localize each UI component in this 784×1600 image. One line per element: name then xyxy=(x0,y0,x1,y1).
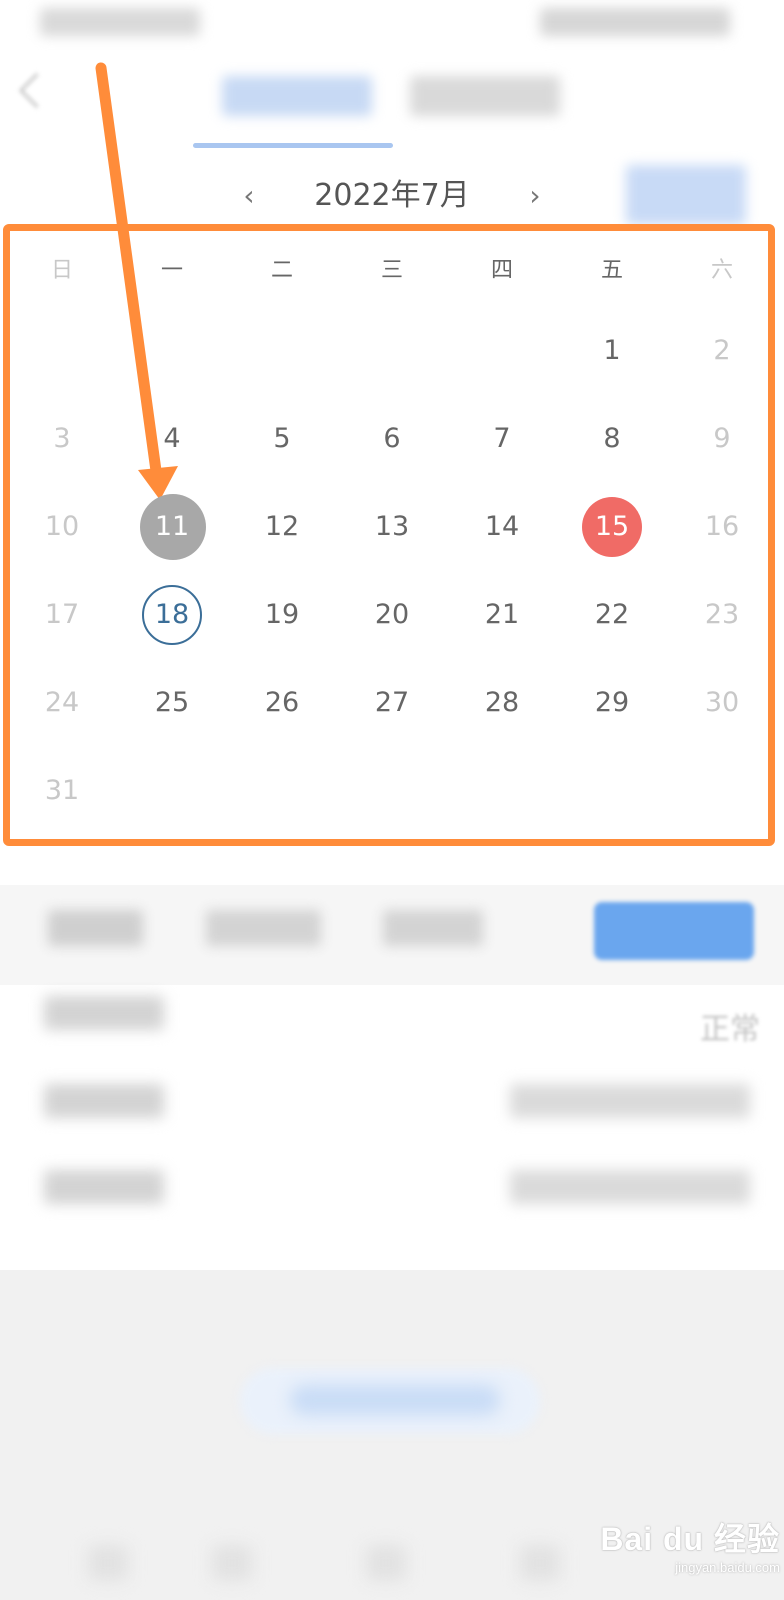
calendar-day-number: 29 xyxy=(594,687,630,718)
weekday-label: 六 xyxy=(710,258,733,283)
calendar-day[interactable]: 2 xyxy=(666,321,778,381)
tab-indicator xyxy=(193,143,393,148)
weekday-label: 日 xyxy=(50,258,73,283)
calendar-day[interactable]: 6 xyxy=(336,409,448,469)
calendar-day[interactable]: 5 xyxy=(226,409,338,469)
detail-label-status xyxy=(44,996,164,1030)
calendar-day-number: 16 xyxy=(704,511,740,542)
calendar-day-number: 4 xyxy=(163,423,181,454)
status-bar-left xyxy=(40,8,200,36)
calendar-day[interactable]: 16 xyxy=(666,497,778,557)
calendar-day-number: 31 xyxy=(44,775,80,806)
detail-label-2 xyxy=(44,1084,164,1118)
legend-item-1 xyxy=(48,910,143,946)
header-action-chip[interactable] xyxy=(626,165,746,225)
status-bar-right xyxy=(540,8,730,36)
calendar-day-number: 14 xyxy=(484,511,520,542)
calendar-day-number: 27 xyxy=(374,687,410,718)
legend-item-2 xyxy=(206,910,321,946)
calendar-day[interactable]: 17 xyxy=(6,585,118,645)
watermark: Bai du 经验 jingyan.baidu.com xyxy=(600,1514,780,1594)
calendar-day[interactable]: 21 xyxy=(446,585,558,645)
calendar-day-number: 17 xyxy=(44,599,80,630)
bottom-nav-item-3[interactable] xyxy=(366,1545,406,1581)
detail-value-3 xyxy=(510,1170,750,1204)
weekday-label: 五 xyxy=(600,258,623,283)
bottom-nav-item-4[interactable] xyxy=(520,1545,560,1581)
calendar-day[interactable]: 28 xyxy=(446,673,558,733)
weekday-label: 三 xyxy=(380,258,403,283)
calendar-day[interactable]: 9 xyxy=(666,409,778,469)
calendar-day[interactable]: 10 xyxy=(6,497,118,557)
calendar-day[interactable]: 12 xyxy=(226,497,338,557)
calendar-day[interactable]: 14 xyxy=(446,497,558,557)
calendar-day[interactable]: 26 xyxy=(226,673,338,733)
weekday-label: 二 xyxy=(270,258,293,283)
calendar-day-number: 2 xyxy=(713,335,731,366)
tab-active[interactable] xyxy=(222,76,372,116)
calendar-grid: 日一二三四五六 1 2 3 4 5 6 7 8 9 10 11 12 13 14 15 16 17 18 19 20 2… xyxy=(3,224,775,846)
back-icon[interactable] xyxy=(18,72,55,109)
calendar-day[interactable]: 13 xyxy=(336,497,448,557)
calendar-day[interactable]: 1 xyxy=(556,321,668,381)
calendar-day[interactable]: 20 xyxy=(336,585,448,645)
detail-label-3 xyxy=(44,1170,164,1204)
watermark-logo: Bai du 经验 xyxy=(600,1521,780,1557)
prev-month-chevron-icon[interactable]: ‹ xyxy=(236,178,262,214)
calendar-day-number: 30 xyxy=(704,687,740,718)
calendar-day[interactable]: 11 xyxy=(116,494,228,560)
calendar-day-number: 12 xyxy=(264,511,300,542)
calendar-day-number: 24 xyxy=(44,687,80,718)
calendar-day[interactable]: 23 xyxy=(666,585,778,645)
bottom-action-pill-label xyxy=(290,1385,500,1415)
calendar-day-number: 15 xyxy=(594,511,630,542)
next-month-chevron-icon[interactable]: › xyxy=(522,178,548,214)
detail-value-2 xyxy=(510,1084,750,1118)
calendar-day-number: 6 xyxy=(383,423,401,454)
calendar-day-number: 22 xyxy=(594,599,630,630)
calendar-day[interactable]: 7 xyxy=(446,409,558,469)
calendar-day-number: 19 xyxy=(264,599,300,630)
calendar-day-number: 20 xyxy=(374,599,410,630)
calendar-day[interactable]: 25 xyxy=(116,673,228,733)
calendar-day-number: 13 xyxy=(374,511,410,542)
calendar-day[interactable]: 31 xyxy=(6,761,118,821)
calendar-day[interactable]: 19 xyxy=(226,585,338,645)
calendar-day-number: 10 xyxy=(44,511,80,542)
month-title: 2022年7月 xyxy=(314,178,470,213)
calendar-day-number: 18 xyxy=(154,599,190,630)
calendar-day-number: 9 xyxy=(713,423,731,454)
calendar-day[interactable]: 30 xyxy=(666,673,778,733)
status-value: 正常 xyxy=(700,1012,760,1047)
calendar-day-number: 5 xyxy=(273,423,291,454)
calendar-day-number: 25 xyxy=(154,687,190,718)
calendar-day-number: 1 xyxy=(603,335,621,366)
calendar-day[interactable]: 22 xyxy=(556,585,668,645)
calendar-day-number: 21 xyxy=(484,599,520,630)
calendar-day[interactable]: 29 xyxy=(556,673,668,733)
calendar-day-number: 28 xyxy=(484,687,520,718)
legend-item-3 xyxy=(383,910,483,946)
calendar-day[interactable]: 24 xyxy=(6,673,118,733)
calendar-day[interactable]: 3 xyxy=(6,409,118,469)
weekday-label: 四 xyxy=(490,258,513,283)
primary-action-button[interactable] xyxy=(594,902,754,960)
calendar-day-number: 23 xyxy=(704,599,740,630)
calendar-day[interactable]: 15 xyxy=(556,497,668,557)
calendar-day[interactable]: 27 xyxy=(336,673,448,733)
bottom-nav-item-1[interactable] xyxy=(88,1545,128,1581)
calendar-day-number: 11 xyxy=(154,511,190,542)
calendar-day[interactable]: 18 xyxy=(116,585,228,645)
tab-inactive[interactable] xyxy=(410,76,560,116)
calendar-day-number: 26 xyxy=(264,687,300,718)
watermark-url: jingyan.baidu.com xyxy=(675,1560,780,1575)
calendar-day-number: 8 xyxy=(603,423,621,454)
calendar-day[interactable]: 4 xyxy=(116,409,228,469)
bottom-nav-item-2[interactable] xyxy=(212,1545,252,1581)
calendar-day-number: 3 xyxy=(53,423,71,454)
calendar-day-number: 7 xyxy=(493,423,511,454)
calendar-day[interactable]: 8 xyxy=(556,409,668,469)
weekday-label: 一 xyxy=(160,258,183,283)
